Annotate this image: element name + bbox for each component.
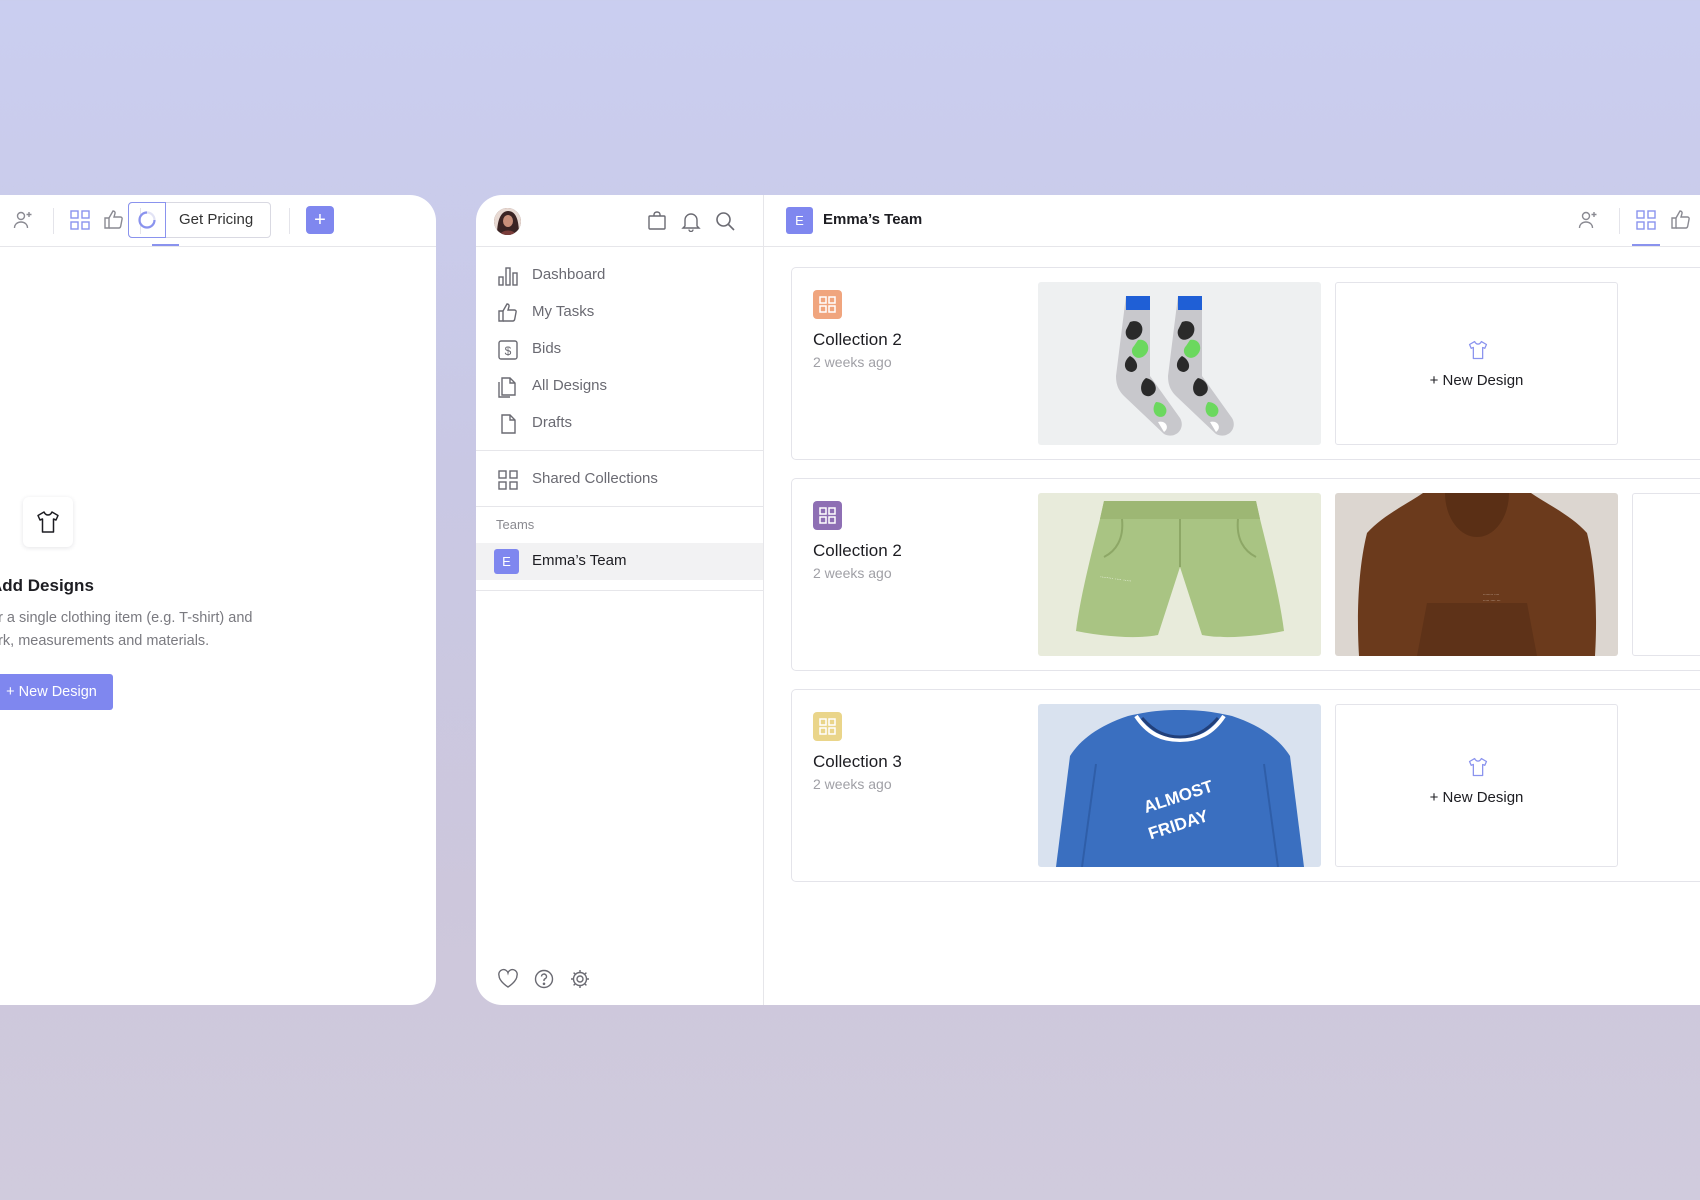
- grid-icon: [497, 469, 519, 491]
- collection-card[interactable]: Collection 3 2 weeks ago ALMOST FRIDAY +…: [791, 689, 1700, 882]
- bell-icon[interactable]: [680, 210, 702, 232]
- new-design-tile[interactable]: + New Design: [1335, 282, 1618, 445]
- sidebar-item-drafts[interactable]: Drafts: [476, 405, 763, 442]
- heart-icon[interactable]: [497, 968, 519, 990]
- thumbs-up-icon[interactable]: [1670, 208, 1692, 230]
- collection-grid-icon: [813, 501, 842, 530]
- sidebar-item-label: Shared Collections: [532, 470, 658, 487]
- sidebar-divider: [476, 590, 763, 591]
- sidebar-topbar: [476, 195, 763, 247]
- design-thumbnail-sweatshirt[interactable]: ALMOST FRIDAY: [1038, 704, 1321, 867]
- sidebar-divider: [476, 506, 763, 507]
- svg-text:........ ....: ........ ....: [1483, 591, 1499, 596]
- tshirt-icon: [1467, 756, 1489, 778]
- settings-gear-icon[interactable]: [569, 968, 591, 990]
- collection-timestamp: 2 weeks ago: [813, 776, 892, 792]
- design-thumbnail-socks[interactable]: [1038, 282, 1321, 445]
- new-design-button[interactable]: + New Design: [0, 674, 113, 710]
- collection-timestamp: 2 weeks ago: [813, 565, 892, 581]
- thumbs-up-icon: [497, 301, 519, 323]
- draft-icon: [497, 413, 519, 435]
- avatar[interactable]: [494, 208, 521, 235]
- collection-name: Collection 3: [813, 752, 902, 771]
- active-tab-indicator: [1632, 244, 1660, 246]
- shopping-bag-icon[interactable]: [646, 210, 668, 232]
- sidebar-item-emmas-team[interactable]: E Emma’s Team: [476, 543, 763, 580]
- new-design-label: + New Design: [1429, 789, 1524, 806]
- new-design-tile[interactable]: + New Design: [1335, 704, 1618, 867]
- empty-state-description: or a single clothing item (e.g. T-shirt)…: [0, 610, 253, 649]
- search-icon[interactable]: [714, 210, 736, 232]
- sidebar-item-all-designs[interactable]: All Designs: [476, 368, 763, 405]
- new-design-tile-partial[interactable]: [1632, 493, 1700, 656]
- help-icon[interactable]: [533, 968, 555, 990]
- add-user-icon[interactable]: [12, 209, 34, 231]
- svg-text:$: $: [505, 344, 512, 358]
- collection-grid-icon: [813, 712, 842, 741]
- page-title: Emma’s Team: [823, 211, 923, 228]
- documents-icon: [497, 376, 519, 398]
- get-pricing-label: Get Pricing: [179, 211, 254, 228]
- collection-grid-icon: [813, 290, 842, 319]
- thumbs-up-icon[interactable]: [103, 208, 125, 230]
- left-panel: Get Pricing + Add Designs or a single cl…: [0, 195, 436, 1005]
- tshirt-icon: [1467, 339, 1489, 361]
- sidebar-item-bids[interactable]: $ Bids: [476, 331, 763, 368]
- sidebar-item-dashboard[interactable]: Dashboard: [476, 257, 763, 294]
- team-badge: E: [494, 549, 519, 574]
- add-user-icon[interactable]: [1577, 209, 1599, 231]
- header-divider: [1619, 208, 1620, 234]
- design-thumbnail-shorts[interactable]: ........ .... .....: [1038, 493, 1321, 656]
- collection-timestamp: 2 weeks ago: [813, 354, 892, 370]
- loading-spinner: [128, 202, 166, 238]
- sidebar-item-label: My Tasks: [532, 303, 595, 320]
- add-button[interactable]: +: [306, 206, 334, 234]
- new-design-label: + New Design: [1429, 372, 1524, 389]
- collection-name: Collection 2: [813, 330, 902, 349]
- sidebar-item-label: Bids: [532, 340, 562, 357]
- main-panel: Dashboard My Tasks $ Bids All Designs Dr…: [476, 195, 1700, 1005]
- svg-text:..... .... ...: ..... .... ...: [1483, 597, 1501, 602]
- team-badge: E: [786, 207, 813, 234]
- collection-card[interactable]: Collection 2 2 weeks ago + New Design: [791, 267, 1700, 460]
- sidebar-item-label: All Designs: [532, 377, 608, 394]
- collection-name: Collection 2: [813, 541, 902, 560]
- collection-card[interactable]: Collection 2 2 weeks ago ........ .... .…: [791, 478, 1700, 671]
- sidebar-item-my-tasks[interactable]: My Tasks: [476, 294, 763, 331]
- left-topbar: Get Pricing +: [0, 195, 436, 247]
- sidebar-divider: [476, 450, 763, 451]
- main-header: E Emma’s Team: [763, 195, 1700, 247]
- sidebar-item-label: Dashboard: [532, 266, 606, 283]
- bar-chart-icon: [497, 265, 519, 287]
- grid-view-icon[interactable]: [69, 209, 91, 231]
- active-tab-indicator: [152, 244, 179, 246]
- tshirt-icon: [35, 509, 61, 535]
- empty-state-title: Add Designs: [0, 576, 94, 595]
- sidebar-item-label: Drafts: [532, 414, 573, 431]
- get-pricing-button[interactable]: Get Pricing: [128, 202, 271, 238]
- grid-view-icon[interactable]: [1635, 209, 1657, 231]
- teams-heading: Teams: [496, 517, 535, 532]
- team-name: Emma’s Team: [532, 552, 627, 569]
- tshirt-icon-tile: [23, 497, 73, 547]
- sidebar-item-shared-collections[interactable]: Shared Collections: [476, 461, 763, 498]
- sidebar: Dashboard My Tasks $ Bids All Designs Dr…: [476, 195, 764, 1005]
- dollar-icon: $: [497, 339, 519, 361]
- design-thumbnail-hoodie[interactable]: ........ .... ..... .... ...: [1335, 493, 1618, 656]
